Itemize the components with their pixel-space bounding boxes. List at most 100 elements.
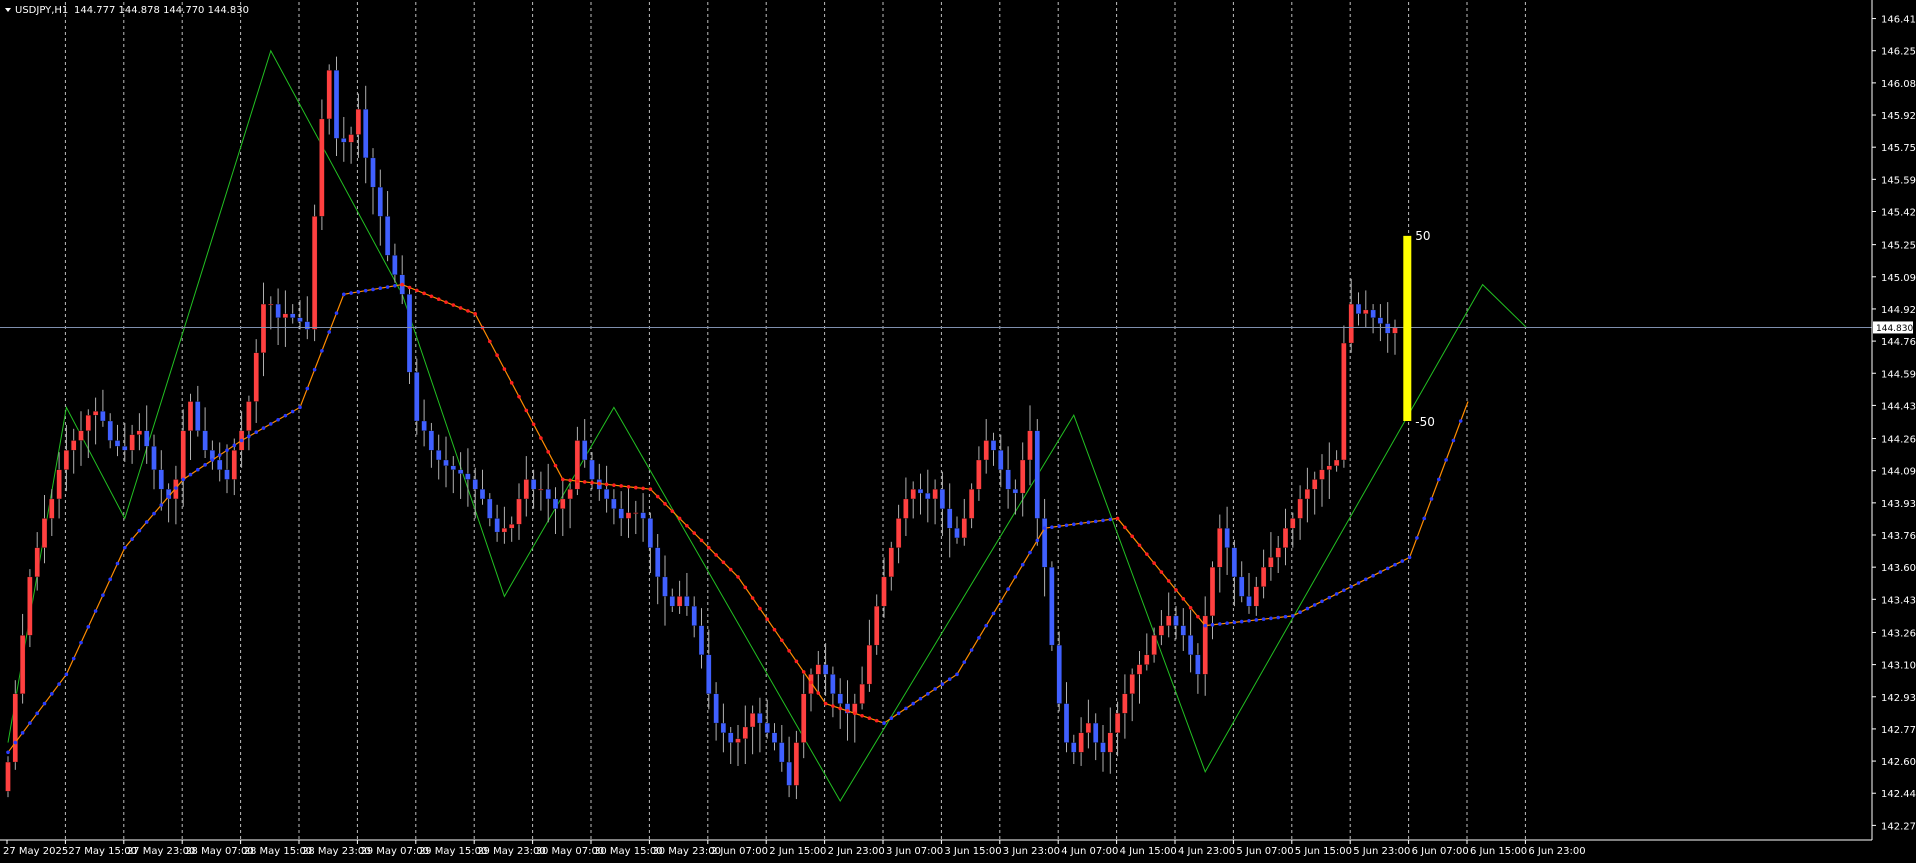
candle-body [472, 479, 478, 490]
ma-up-marker [1072, 522, 1076, 527]
ma-down-marker [604, 482, 609, 487]
ma-up-marker [1006, 587, 1010, 591]
ma-up-marker [1013, 575, 1018, 579]
ma-up-marker [896, 711, 901, 716]
ma-down-marker [524, 408, 529, 413]
ma-up-marker [1108, 517, 1113, 522]
candle-body [443, 459, 449, 466]
candle-body [311, 216, 318, 330]
ma-up-marker [1305, 606, 1310, 611]
ma-up-marker [1444, 458, 1448, 462]
candle-body [1180, 625, 1186, 636]
candle-body [655, 547, 661, 578]
ma-down-marker [415, 288, 419, 293]
x-tick-label: 2 Jun 15:00 [769, 846, 826, 857]
candle-body [217, 459, 223, 470]
ma-up-marker [1079, 521, 1083, 526]
ma-down-marker [816, 691, 821, 695]
price-tag-value: 144.830 [1876, 324, 1913, 334]
candle-body [151, 446, 157, 470]
candle-body [530, 479, 537, 490]
ma-up-marker [64, 672, 69, 677]
ma-down-marker [867, 716, 872, 720]
candle-body [523, 479, 529, 500]
price-chart[interactable]: 146.415 146.250 146.085 145.920 145.755 145.5… [0, 0, 1916, 863]
ma-down-marker [1159, 570, 1164, 574]
y-tick-label: 145.755 [1881, 143, 1916, 154]
ma-up-marker [123, 545, 127, 550]
ma-up-marker [1261, 617, 1266, 621]
ma-up-marker [933, 687, 937, 691]
candle-body [822, 664, 829, 675]
ma-down-marker [502, 367, 507, 371]
ma-up-marker [1364, 577, 1368, 582]
ma-down-marker [648, 487, 653, 492]
ma-down-marker [758, 606, 762, 611]
candle-body [881, 576, 887, 607]
ma-up-marker [1385, 566, 1390, 571]
ma-down-marker [750, 596, 755, 600]
ma-down-marker [1196, 614, 1200, 619]
candle-body [1078, 732, 1084, 753]
candle-body [1034, 430, 1040, 519]
candle-body [1253, 586, 1259, 607]
ma-down-marker [1174, 588, 1178, 592]
ma-up-marker [210, 458, 215, 462]
candle-body [465, 473, 471, 480]
candle-body [1282, 528, 1289, 548]
ma-down-marker [714, 553, 718, 557]
candle-body [706, 654, 712, 694]
candle-body [1049, 567, 1055, 646]
candle-body [625, 512, 632, 519]
ma-up-marker [393, 283, 397, 288]
candle-body [363, 109, 369, 159]
ma-up-marker [298, 405, 302, 410]
candle-body [1319, 469, 1325, 480]
candle-body [260, 303, 267, 353]
ma-down-marker [699, 538, 704, 543]
candle-body [290, 313, 296, 318]
candle-body [428, 430, 435, 451]
ma-down-marker [809, 680, 813, 685]
ma-up-marker [320, 349, 324, 353]
candle-body [968, 489, 975, 519]
candle-body [1114, 713, 1121, 733]
candle-body [195, 401, 201, 431]
candle-body [144, 430, 150, 447]
ma-down-marker [831, 704, 835, 708]
candle-body [611, 498, 617, 509]
ma-up-marker [1035, 538, 1040, 543]
candle-body [1071, 742, 1077, 753]
ma-up-marker [20, 731, 25, 735]
candle-body [1151, 635, 1157, 656]
y-tick-label: 143.600 [1881, 563, 1916, 574]
ma-up-marker [356, 290, 361, 294]
ma-up-marker [327, 330, 332, 334]
ma-up-marker [378, 286, 383, 291]
ma-up-marker [1247, 618, 1251, 623]
ma-down-marker [582, 480, 587, 484]
ma-up-marker [1276, 615, 1280, 620]
ma-up-marker [1415, 536, 1419, 540]
candle-body [567, 489, 573, 500]
candle-body [341, 138, 347, 143]
chart-header: USDJPY,H1 144.777 144.878 144.770 144.83… [5, 5, 249, 16]
candle-body [5, 761, 11, 792]
candle-body [253, 352, 259, 402]
ma-up-marker [1407, 555, 1412, 560]
candle-body [560, 498, 566, 509]
ma-down-marker [509, 381, 514, 385]
y-tick-label: 144.430 [1881, 401, 1916, 412]
ma-up-marker [28, 721, 32, 725]
candle-body [107, 420, 113, 441]
ma-up-marker [991, 611, 996, 616]
chart-background [0, 0, 1916, 863]
candle-body [187, 401, 194, 431]
ma-up-marker [305, 386, 310, 391]
candle-body [136, 430, 143, 435]
ma-up-marker [188, 472, 193, 477]
ma-down-marker [634, 485, 638, 490]
candle-body [56, 469, 62, 500]
ma-up-marker [1064, 523, 1069, 528]
candle-body [304, 321, 310, 330]
